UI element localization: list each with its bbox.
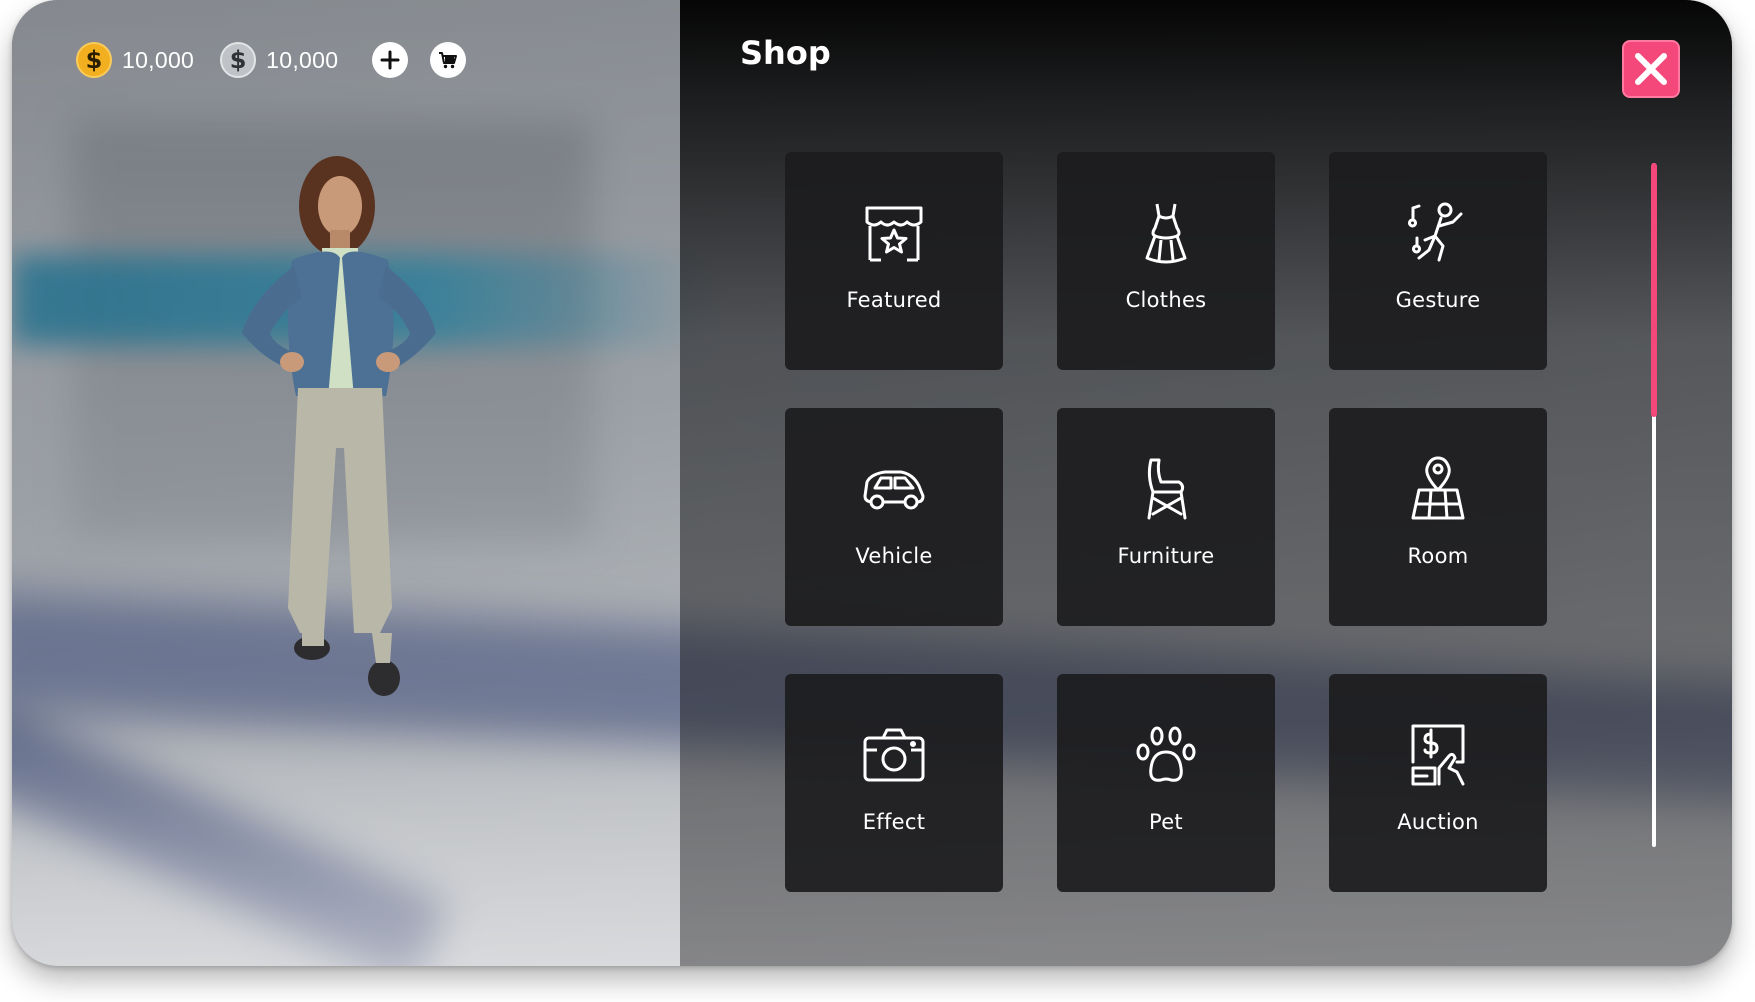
close-button[interactable] (1622, 40, 1680, 98)
category-label: Featured (846, 288, 942, 312)
category-label: Auction (1397, 810, 1479, 834)
gold-coin-icon: $ (76, 42, 112, 78)
chair-icon (1147, 458, 1187, 520)
category-tile-auction[interactable]: Auction (1329, 674, 1547, 892)
storefront-star-icon (865, 206, 923, 262)
category-label: Vehicle (855, 544, 933, 568)
category-tile-pet[interactable]: Pet (1057, 674, 1275, 892)
dress-icon (1145, 203, 1187, 264)
category-tile-room[interactable]: Room (1329, 408, 1547, 626)
silver-coin-icon: $ (220, 42, 257, 78)
map-pin-icon (1411, 456, 1465, 520)
avatar-character (242, 156, 436, 696)
plus-icon (380, 50, 400, 70)
auction-icon (1411, 724, 1465, 786)
category-label: Effect (862, 810, 926, 834)
cart-icon (439, 52, 458, 69)
category-tile-effect[interactable]: Effect (785, 674, 1003, 892)
category-tile-clothes[interactable]: Clothes (1057, 152, 1275, 370)
category-label: Clothes (1125, 288, 1207, 312)
currency-bar: $ 10,000 $ 10,000 (76, 40, 488, 80)
category-grid: Featured Clothes Gesture Vehicle Furnitu… (785, 152, 1551, 892)
camera-icon (863, 728, 925, 782)
close-icon (1635, 53, 1667, 85)
category-label: Gesture (1395, 288, 1481, 312)
page-title: Shop (740, 34, 831, 72)
paw-icon (1136, 726, 1196, 782)
silver-amount: 10,000 (266, 46, 339, 73)
category-label: Furniture (1117, 544, 1215, 568)
category-tile-furniture[interactable]: Furniture (1057, 408, 1275, 626)
dancing-person-icon (1408, 202, 1463, 262)
scrollbar-thumb[interactable] (1651, 163, 1657, 417)
cart-button[interactable] (430, 42, 467, 78)
gold-amount: 10,000 (122, 46, 195, 73)
category-tile-featured[interactable]: Featured (785, 152, 1003, 370)
car-icon (863, 470, 925, 510)
category-label: Pet (1149, 810, 1183, 834)
add-currency-button[interactable] (372, 42, 409, 78)
category-label: Room (1407, 544, 1469, 568)
category-tile-gesture[interactable]: Gesture (1329, 152, 1547, 370)
category-tile-vehicle[interactable]: Vehicle (785, 408, 1003, 626)
